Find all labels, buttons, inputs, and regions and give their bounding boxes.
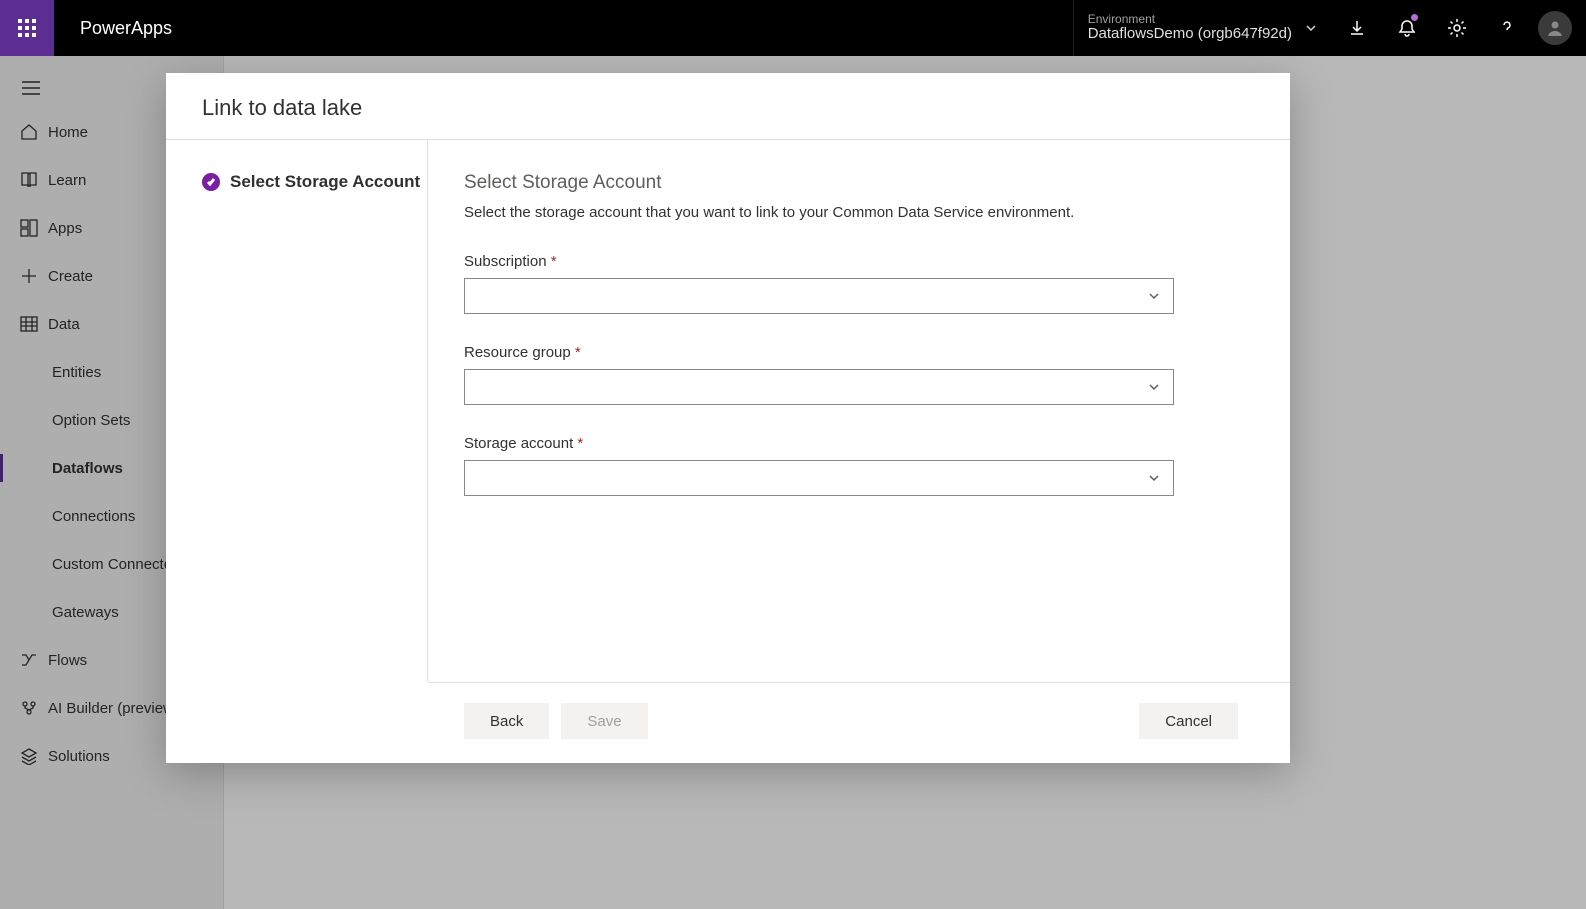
flow-icon: [20, 651, 38, 669]
home-icon: [20, 123, 38, 141]
check-icon: [206, 177, 216, 187]
required-asterisk: *: [577, 435, 583, 452]
section-title: Select Storage Account: [464, 172, 1250, 194]
app-name: PowerApps: [54, 18, 172, 39]
notifications-button[interactable]: [1382, 0, 1432, 56]
top-bar: PowerApps Environment DataflowsDemo (org…: [0, 0, 1586, 56]
storage-account-dropdown[interactable]: [464, 460, 1174, 496]
environment-picker[interactable]: Environment DataflowsDemo (orgb647f92d): [1073, 0, 1332, 56]
storage-account-label: Storage account *: [464, 435, 1250, 452]
sidebar-item-label: AI Builder (preview): [48, 700, 179, 717]
layers-icon: [20, 747, 38, 765]
subscription-dropdown[interactable]: [464, 278, 1174, 314]
modal-title: Link to data lake: [202, 95, 1254, 121]
ai-icon: [20, 699, 38, 717]
sidebar-item-label: Home: [48, 124, 88, 141]
user-avatar[interactable]: [1538, 11, 1572, 45]
sidebar-item-label: Data: [48, 316, 80, 333]
required-asterisk: *: [575, 344, 581, 361]
resource-group-dropdown[interactable]: [464, 369, 1174, 405]
settings-button[interactable]: [1432, 0, 1482, 56]
step-label: Select Storage Account: [230, 172, 420, 192]
sidebar-item-label: Dataflows: [52, 460, 123, 477]
download-icon: [1347, 18, 1367, 38]
question-icon: [1497, 18, 1517, 38]
help-button[interactable]: [1482, 0, 1532, 56]
sidebar-item-label: Entities: [52, 364, 101, 381]
apps-icon: [20, 219, 38, 237]
step-select-storage-account[interactable]: Select Storage Account: [202, 172, 427, 192]
step-complete-badge: [202, 173, 220, 191]
cancel-button[interactable]: Cancel: [1139, 703, 1238, 739]
back-button[interactable]: Back: [464, 703, 549, 739]
sidebar-item-label: Option Sets: [52, 412, 130, 429]
modal-steps: Select Storage Account: [166, 140, 428, 682]
sidebar-item-label: Create: [48, 268, 93, 285]
waffle-icon: [17, 18, 37, 38]
gear-icon: [1447, 18, 1467, 38]
hamburger-icon: [22, 81, 40, 95]
environment-name: DataflowsDemo (orgb647f92d): [1088, 26, 1292, 43]
resource-group-label: Resource group *: [464, 344, 1250, 361]
section-description: Select the storage account that you want…: [464, 204, 1250, 221]
chevron-down-icon: [1147, 471, 1161, 485]
sidebar-item-label: Solutions: [48, 748, 110, 765]
sidebar-item-label: Gateways: [52, 604, 119, 621]
sidebar-item-label: Custom Connectors: [52, 556, 185, 573]
bell-icon: [1397, 18, 1417, 38]
save-button[interactable]: Save: [561, 703, 647, 739]
sidebar-item-label: Flows: [48, 652, 87, 669]
required-asterisk: *: [551, 253, 557, 270]
grid-icon: [20, 315, 38, 333]
chevron-down-icon: [1147, 289, 1161, 303]
notification-badge: [1411, 14, 1418, 21]
chevron-down-icon: [1147, 380, 1161, 394]
sidebar-item-label: Connections: [52, 508, 135, 525]
download-button[interactable]: [1332, 0, 1382, 56]
sidebar-item-label: Learn: [48, 172, 86, 189]
link-data-lake-modal: Link to data lake Select Storage Account…: [166, 73, 1290, 763]
book-icon: [20, 171, 38, 189]
subscription-label: Subscription *: [464, 253, 1250, 270]
sidebar-item-label: Apps: [48, 220, 82, 237]
app-launcher-button[interactable]: [0, 0, 54, 56]
person-icon: [1545, 18, 1565, 38]
chevron-down-icon: [1304, 21, 1318, 35]
plus-icon: [20, 267, 38, 285]
